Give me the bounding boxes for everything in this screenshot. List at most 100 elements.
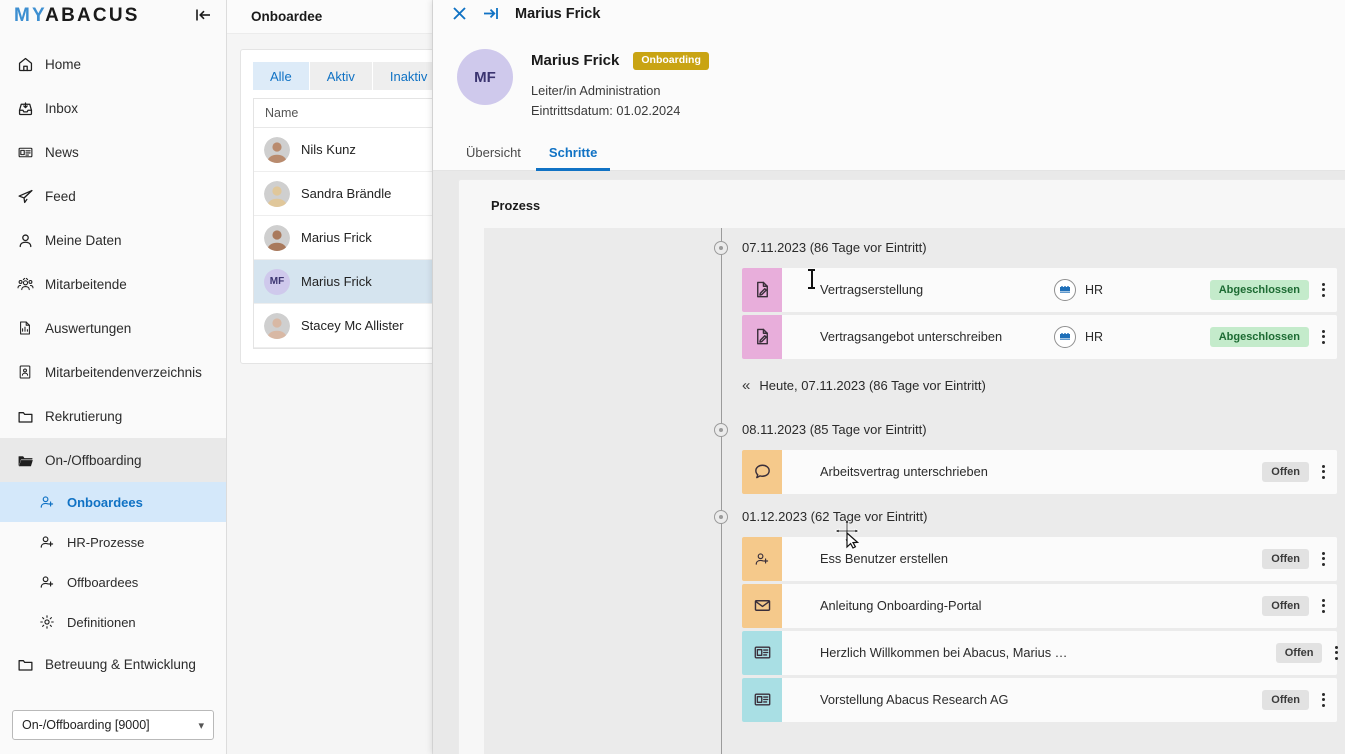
sidebar-item-rekrutierung[interactable]: Rekrutierung bbox=[0, 394, 226, 438]
sidebar-item-mitarbeitende[interactable]: Mitarbeitende bbox=[0, 262, 226, 306]
kebab-menu-icon[interactable] bbox=[1309, 283, 1337, 297]
logo-text-abacus: ABACUS bbox=[45, 5, 139, 26]
status-badge: Offen bbox=[1262, 596, 1309, 616]
list-item-label: Marius Frick bbox=[301, 230, 372, 245]
list-item-label: Stacey Mc Allister bbox=[301, 318, 404, 333]
task-status-slot: Offen bbox=[1214, 690, 1309, 710]
news-icon bbox=[16, 143, 34, 161]
sidebar-item-label: Definitionen bbox=[67, 615, 136, 630]
app-logo: MYABACUS bbox=[14, 6, 140, 25]
task-row[interactable]: Vorstellung Abacus Research AG Offen bbox=[742, 678, 1337, 722]
status-badge: Offen bbox=[1262, 549, 1309, 569]
tab-schritte[interactable]: Schritte bbox=[536, 145, 610, 171]
task-assignee-label: HR bbox=[1085, 330, 1103, 344]
kebab-menu-icon[interactable] bbox=[1309, 465, 1337, 479]
people-group-icon bbox=[16, 275, 34, 293]
close-x-icon[interactable] bbox=[452, 6, 467, 21]
sidebar-item-label: Rekrutierung bbox=[45, 409, 122, 424]
sidebar-item-label: Onboardees bbox=[67, 495, 143, 510]
kebab-menu-icon[interactable] bbox=[1309, 552, 1337, 566]
sidebar-item-hr-prozesse[interactable]: HR-Prozesse bbox=[0, 522, 226, 562]
sidebar-item-definitionen[interactable]: Definitionen bbox=[0, 602, 226, 642]
status-badge: Abgeschlossen bbox=[1210, 327, 1309, 347]
list-item[interactable]: Marius Frick bbox=[254, 216, 433, 260]
folder-icon bbox=[16, 655, 34, 673]
user-plus-icon bbox=[38, 573, 56, 591]
hero-name-line: Marius Frick Onboarding bbox=[531, 52, 709, 70]
sidebar-item-meine-daten[interactable]: Meine Daten bbox=[0, 218, 226, 262]
id-card-icon bbox=[16, 363, 34, 381]
sidebar-item-label: Meine Daten bbox=[45, 233, 122, 248]
detail-topbar: Marius Frick bbox=[433, 0, 1345, 27]
task-row[interactable]: Ess Benutzer erstellenOffen bbox=[742, 537, 1337, 581]
list-item[interactable]: MFMarius Frick bbox=[254, 260, 433, 304]
task-label: Arbeitsvertrag unterschrieben bbox=[782, 464, 1054, 479]
expand-to-full-icon[interactable] bbox=[483, 6, 499, 21]
task-label: Vertragsangebot unterschreiben bbox=[782, 329, 1054, 344]
task-row[interactable]: Arbeitsvertrag unterschrieben Offen bbox=[742, 450, 1337, 494]
sidebar-item-label: Auswertungen bbox=[45, 321, 131, 336]
task-row[interactable]: Herzlich Willkommen bei Abacus, Marius …… bbox=[742, 631, 1337, 675]
onboardee-table: Name Nils KunzSandra BrändleMarius Frick… bbox=[253, 98, 433, 349]
tenant-select[interactable]: On-/Offboarding [9000] ▾ bbox=[12, 710, 214, 740]
kebab-menu-icon[interactable] bbox=[1309, 693, 1337, 707]
sidebar-item-label: Mitarbeitende bbox=[45, 277, 127, 292]
task-assignee: HR bbox=[1054, 279, 1214, 301]
onboardee-list-card: AlleAktivInaktiv Name Nils KunzSandra Br… bbox=[240, 49, 433, 364]
chevron-down-icon: ▾ bbox=[198, 719, 204, 732]
feed-paper-plane-icon bbox=[16, 187, 34, 205]
sidebar-item-label: Inbox bbox=[45, 101, 78, 116]
newspaper-icon bbox=[742, 678, 782, 722]
gear-icon bbox=[38, 613, 56, 631]
timeline-group: 01.12.2023 (62 Tage vor Eintritt) Ess Ben… bbox=[484, 497, 1345, 722]
task-label: Vorstellung Abacus Research AG bbox=[782, 692, 1054, 707]
sidebar-item-on-offboarding[interactable]: On-/Offboarding bbox=[0, 438, 226, 482]
list-item[interactable]: Sandra Brändle bbox=[254, 172, 433, 216]
hero-entry-date: Eintrittsdatum: 01.02.2024 bbox=[531, 101, 709, 122]
tab--bersicht[interactable]: Übersicht bbox=[453, 145, 534, 171]
timeline-group: 07.11.2023 (86 Tage vor Eintritt) Vertrag… bbox=[484, 228, 1345, 359]
sidebar-item-onboardees[interactable]: Onboardees bbox=[0, 482, 226, 522]
task-row[interactable]: Vertragsangebot unterschreiben HR Abgeschl… bbox=[742, 315, 1337, 359]
list-item[interactable]: Nils Kunz bbox=[254, 128, 433, 172]
sidebar-item-home[interactable]: Home bbox=[0, 42, 226, 86]
document-edit-icon bbox=[742, 268, 782, 312]
user-plus-icon bbox=[38, 533, 56, 551]
hero-meta: Marius Frick Onboarding Leiter/in Admini… bbox=[531, 49, 709, 122]
list-item[interactable]: Stacey Mc Allister bbox=[254, 304, 433, 348]
timeline-node-icon bbox=[714, 423, 728, 437]
filter-tab-inaktiv[interactable]: Inaktiv bbox=[373, 62, 433, 90]
sidebar-item-offboardees[interactable]: Offboardees bbox=[0, 562, 226, 602]
sidebar-item-auswertungen[interactable]: Auswertungen bbox=[0, 306, 226, 350]
list-item-label: Marius Frick bbox=[301, 274, 372, 289]
status-badge: Offen bbox=[1262, 462, 1309, 482]
kebab-menu-icon[interactable] bbox=[1322, 646, 1345, 660]
folder-open-icon bbox=[16, 451, 34, 469]
task-status-slot: Offen bbox=[1214, 462, 1309, 482]
sidebar-item-betreuung-entwicklung[interactable]: Betreuung & Entwicklung bbox=[0, 642, 226, 686]
timeline-date-row: 01.12.2023 (62 Tage vor Eintritt) bbox=[484, 497, 1345, 537]
sidebar-item-inbox[interactable]: Inbox bbox=[0, 86, 226, 130]
user-plus-icon bbox=[38, 493, 56, 511]
timeline-date-label: 01.12.2023 (62 Tage vor Eintritt) bbox=[742, 509, 928, 524]
timeline-date-label: 07.11.2023 (86 Tage vor Eintritt) bbox=[742, 240, 927, 255]
sidebar-item-feed[interactable]: Feed bbox=[0, 174, 226, 218]
process-timeline: 07.11.2023 (86 Tage vor Eintritt) Vertrag… bbox=[484, 228, 1345, 754]
timeline-today-marker: «Heute, 07.11.2023 (86 Tage vor Eintritt… bbox=[484, 362, 1345, 410]
avatar bbox=[264, 137, 290, 163]
collapse-sidebar-icon[interactable] bbox=[194, 6, 212, 24]
task-row[interactable]: Anleitung Onboarding-PortalOffen bbox=[742, 584, 1337, 628]
kebab-menu-icon[interactable] bbox=[1309, 599, 1337, 613]
filter-tab-aktiv[interactable]: Aktiv bbox=[310, 62, 373, 90]
person-icon bbox=[16, 231, 34, 249]
newspaper-icon bbox=[742, 631, 782, 675]
timeline-date-row: 07.11.2023 (86 Tage vor Eintritt) bbox=[484, 228, 1345, 268]
filter-tab-alle[interactable]: Alle bbox=[253, 62, 310, 90]
kebab-menu-icon[interactable] bbox=[1309, 330, 1337, 344]
task-row[interactable]: VertragserstellungHRAbgeschlossen bbox=[742, 268, 1337, 312]
sidebar-item-label: HR-Prozesse bbox=[67, 535, 144, 550]
sidebar-item-mitarbeitendenverzeichnis[interactable]: Mitarbeitendenverzeichnis bbox=[0, 350, 226, 394]
sidebar-item-news[interactable]: News bbox=[0, 130, 226, 174]
list-item-label: Sandra Brändle bbox=[301, 186, 391, 201]
avatar bbox=[264, 313, 290, 339]
